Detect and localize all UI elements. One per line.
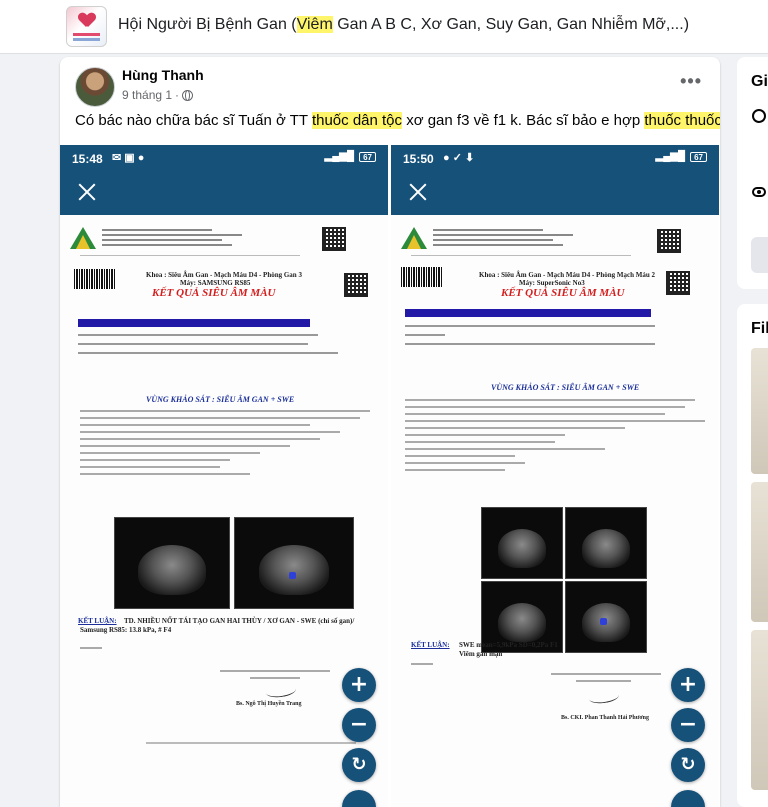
redaction-bar — [405, 309, 651, 317]
ultrasound-image — [114, 517, 230, 609]
learn-more-button[interactable] — [751, 237, 768, 273]
close-icon[interactable] — [407, 181, 429, 203]
notification-icons: ✉ ▣ ● — [112, 152, 145, 164]
ultrasound-image — [565, 507, 647, 579]
rotate-icon: ↻ — [680, 754, 696, 775]
conclusion-label: KẾT LUẬN: — [78, 617, 117, 625]
report-title: KẾT QUẢ SIÊU ÂM MÀU — [501, 287, 625, 299]
search-highlight: thuốc thuốc — [644, 112, 720, 129]
zoom-in-button[interactable]: + — [342, 668, 376, 702]
qr-code-icon — [344, 273, 368, 297]
search-highlight: Viêm — [296, 16, 333, 33]
battery-icon: 67 — [690, 151, 707, 162]
file-thumbnail[interactable] — [751, 348, 768, 474]
zoom-in-button[interactable]: + — [671, 668, 705, 702]
eye-icon — [752, 187, 766, 197]
card-heading: Gi — [751, 73, 768, 90]
meta-separator: · — [175, 88, 180, 102]
report-department: Khoa : Siêu Âm Gan - Mạch Máu D4 - Phòng… — [146, 271, 302, 279]
status-time: 15:50 — [403, 152, 434, 166]
ultrasound-image — [565, 581, 647, 653]
zoom-out-button[interactable]: − — [671, 708, 705, 742]
search-highlight: thuốc dân tộc — [311, 112, 403, 129]
signature — [588, 688, 620, 706]
group-header: Hội Người Bị Bệnh Gan (Viêm Gan A B C, X… — [0, 0, 768, 54]
conclusion-text: Viêm gan mạn — [459, 650, 503, 658]
qr-code-icon — [322, 227, 346, 251]
conclusion-label: KẾT LUẬN: — [411, 641, 450, 649]
minus-icon: − — [349, 712, 369, 737]
ultrasound-image — [481, 507, 563, 579]
world-icon — [752, 109, 766, 123]
viewer-app-bar — [391, 173, 719, 215]
doctor-name: Bs. CKI. Phan Thanh Hải Phương — [561, 715, 650, 721]
conclusion-text: SWE mean=5,9kPa SD=0,2Pa F1 — [459, 641, 558, 649]
conclusion-text: Samsung RS85: 13.8 kPa, # F4 — [80, 626, 172, 634]
conclusion-text: TD. NHIỀU NỐT TÁI TẠO GAN HAI THÙY / XƠ … — [124, 617, 355, 625]
viewer-app-bar — [60, 173, 388, 215]
close-icon[interactable] — [76, 181, 98, 203]
attached-photo-1[interactable]: 15:48 ✉ ▣ ● ▂▄▆█ 67 Khoa : Siêu Âm Gan -… — [60, 145, 388, 807]
avatar[interactable] — [75, 67, 115, 107]
author-name[interactable]: Hùng Thanh — [122, 67, 204, 83]
notification-icons: ● ✓ ⬇ — [443, 152, 475, 164]
group-logo[interactable] — [66, 6, 107, 47]
card-heading: Fil — [751, 320, 768, 337]
report-department: Khoa : Siêu Âm Gan - Mạch Máu D4 - Phòng… — [479, 271, 655, 279]
report-machine: Máy: SAMSUNG RS85 — [180, 279, 251, 287]
ultrasound-image — [234, 517, 354, 609]
exam-region: VÙNG KHẢO SÁT : SIÊU ÂM GAN + SWE — [146, 395, 295, 404]
status-bar: 15:50 ● ✓ ⬇ ▂▄▆█ 67 — [391, 145, 719, 173]
signal-icon: ▂▄▆█ 67 — [656, 151, 707, 162]
globe-icon — [182, 89, 194, 101]
status-bar: 15:48 ✉ ▣ ● ▂▄▆█ 67 — [60, 145, 388, 173]
barcode-icon — [401, 267, 443, 287]
report-title: KẾT QUẢ SIÊU ÂM MÀU — [152, 287, 276, 299]
post-text: Có bác nào chữa bác sĩ Tuấn ở TT thuốc d… — [75, 112, 720, 129]
rotate-button[interactable]: ↻ — [671, 748, 705, 782]
file-thumbnail[interactable] — [751, 630, 768, 790]
plus-icon: + — [678, 672, 698, 697]
attached-photo-2[interactable]: 15:50 ● ✓ ⬇ ▂▄▆█ 67 Khoa : Siêu Âm Gan -… — [391, 145, 719, 807]
battery-icon: 67 — [359, 151, 376, 162]
files-card: Fil — [737, 304, 768, 807]
report-machine: Máy: SuperSonic No3 — [519, 279, 585, 287]
clinic-logo-icon — [70, 227, 96, 249]
ultrasound-report: Khoa : Siêu Âm Gan - Mạch Máu D4 - Phòng… — [60, 215, 388, 807]
file-thumbnail[interactable] — [751, 482, 768, 622]
more-options-button[interactable]: ••• — [680, 71, 702, 92]
ultrasound-report: Khoa : Siêu Âm Gan - Mạch Máu D4 - Phòng… — [391, 215, 719, 807]
plus-icon: + — [349, 672, 369, 697]
signal-icon: ▂▄▆█ 67 — [325, 151, 376, 162]
redaction-bar — [78, 319, 310, 327]
barcode-icon — [74, 269, 116, 289]
group-title[interactable]: Hội Người Bị Bệnh Gan (Viêm Gan A B C, X… — [118, 16, 689, 34]
signature — [265, 682, 297, 700]
minus-icon: − — [678, 712, 698, 737]
rotate-button[interactable]: ↻ — [342, 748, 376, 782]
exam-region: VÙNG KHẢO SÁT : SIÊU ÂM GAN + SWE — [491, 383, 640, 392]
rotate-icon: ↻ — [351, 754, 367, 775]
qr-code-icon — [657, 229, 681, 253]
qr-code-icon — [666, 271, 690, 295]
status-time: 15:48 — [72, 152, 103, 166]
clinic-logo-icon — [401, 227, 427, 249]
post-time[interactable]: 9 tháng 1 — [122, 88, 172, 102]
group-info-card: Gi — [737, 57, 768, 289]
zoom-out-button[interactable]: − — [342, 708, 376, 742]
doctor-name: Bs. Ngô Thị Huyền Trang — [236, 701, 302, 707]
post-meta: 9 tháng 1 · — [122, 88, 194, 102]
post-card: Hùng Thanh 9 tháng 1 · ••• Có bác nào ch… — [60, 57, 720, 807]
